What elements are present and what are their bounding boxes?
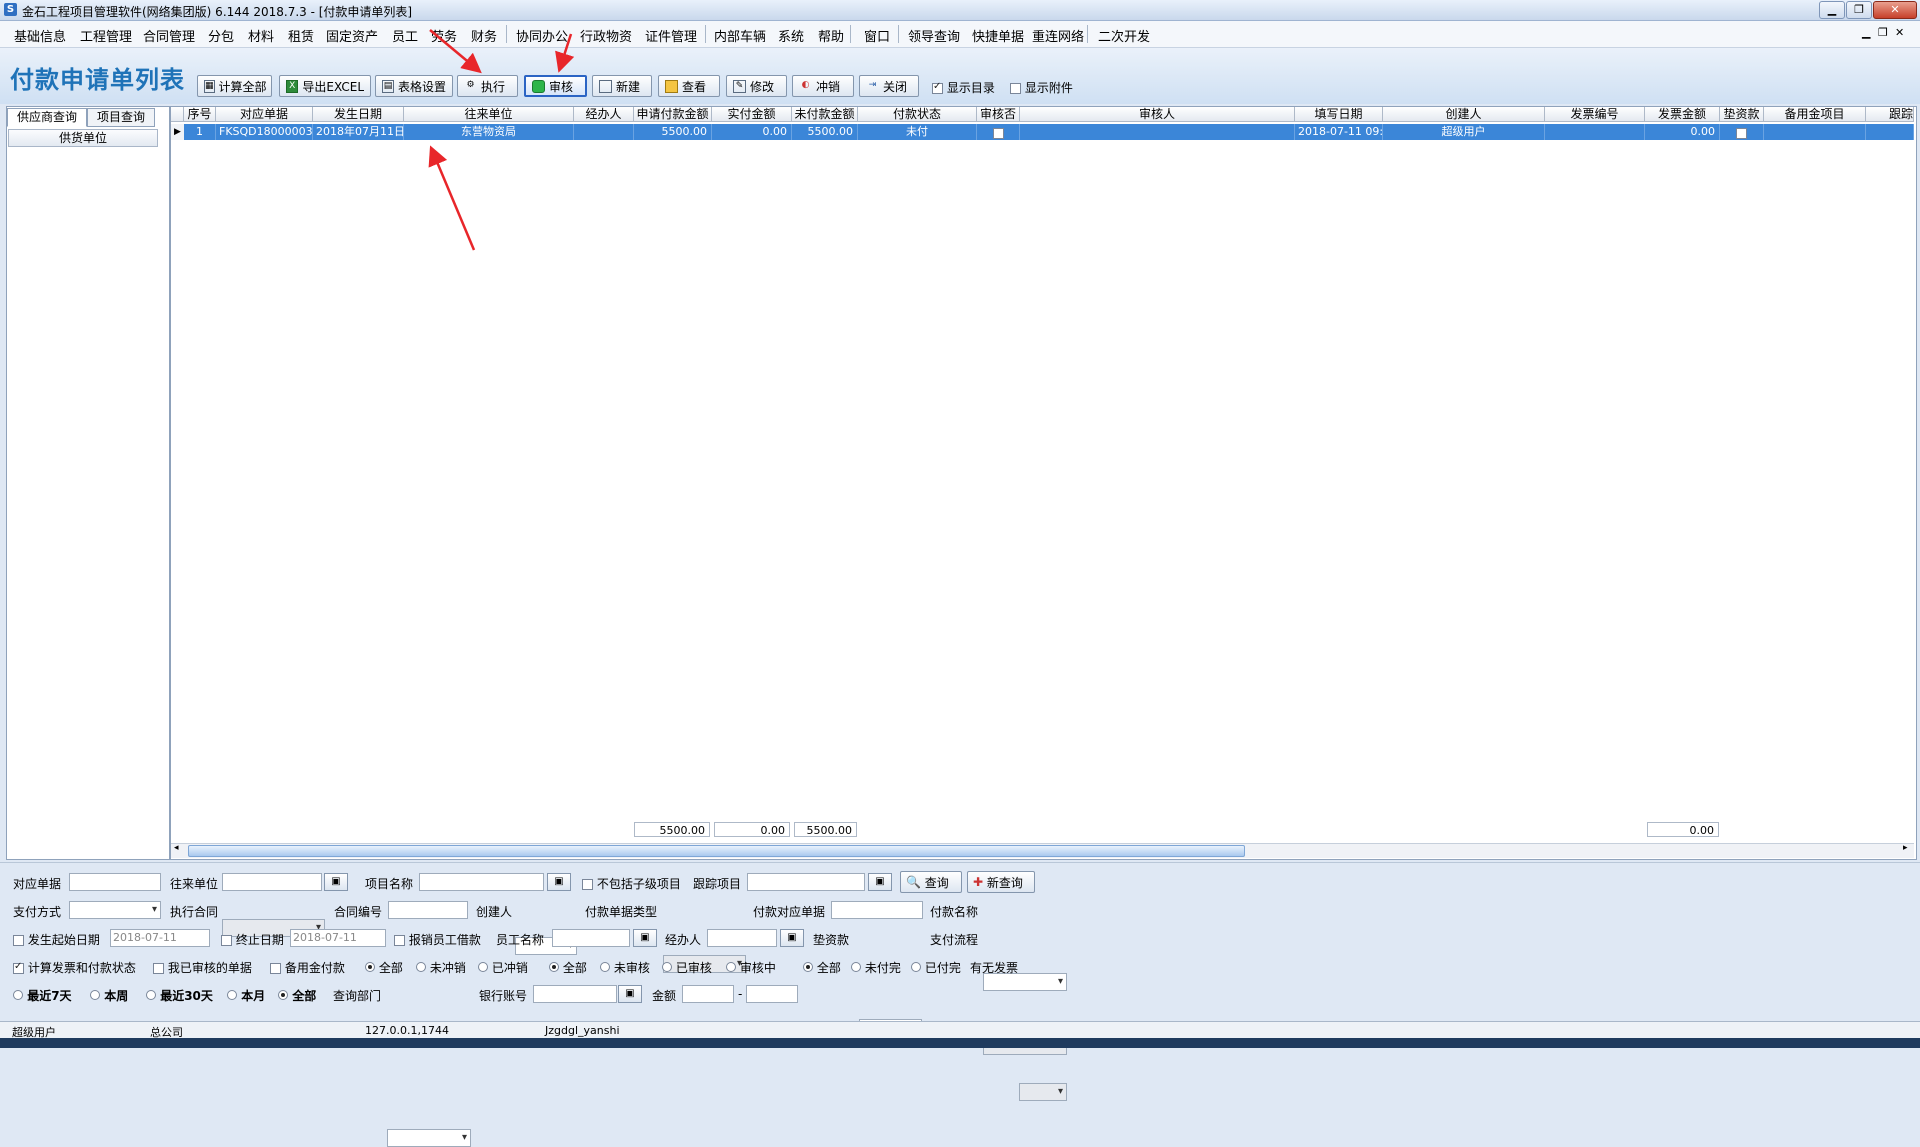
arrow-to-execute	[429, 29, 482, 74]
has-invoice-select[interactable]	[1019, 1083, 1067, 1101]
arrow-to-row	[428, 145, 476, 251]
annotation-arrows	[428, 29, 575, 251]
dept-select[interactable]	[387, 1129, 471, 1147]
arrow-to-audit	[555, 33, 575, 73]
